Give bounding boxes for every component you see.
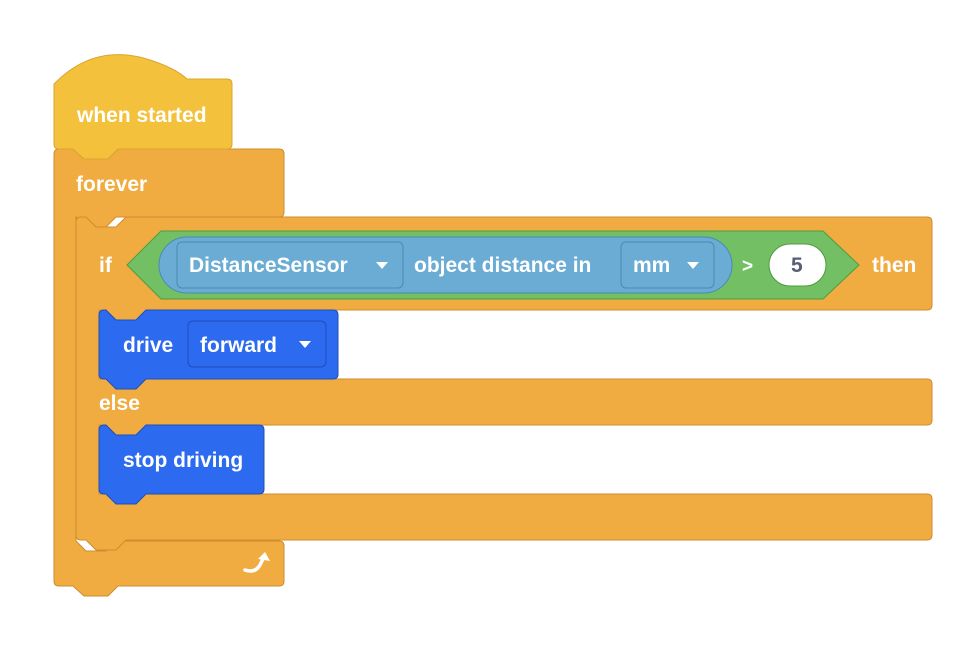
sensor-dropdown-value[interactable]: DistanceSensor bbox=[189, 255, 348, 276]
unit-dropdown-value[interactable]: mm bbox=[633, 255, 670, 276]
if-label: if bbox=[99, 254, 112, 277]
then-label: then bbox=[872, 254, 917, 277]
stop-driving-label: stop driving bbox=[123, 449, 244, 472]
forever-label: forever bbox=[76, 173, 148, 196]
when-started-label: when started bbox=[77, 104, 207, 127]
code-canvas bbox=[53, 54, 933, 597]
sensor-text: object distance in bbox=[414, 254, 592, 277]
direction-dropdown-value[interactable]: forward bbox=[200, 335, 277, 356]
unit-dropdown-arrow-icon[interactable] bbox=[687, 262, 699, 269]
drive-label: drive bbox=[123, 334, 174, 357]
compare-value-text[interactable]: 5 bbox=[791, 255, 803, 276]
direction-dropdown-arrow-icon[interactable] bbox=[299, 341, 311, 348]
operator-symbol: > bbox=[742, 256, 754, 277]
else-label: else bbox=[99, 392, 140, 415]
sensor-dropdown-arrow-icon[interactable] bbox=[376, 262, 388, 269]
